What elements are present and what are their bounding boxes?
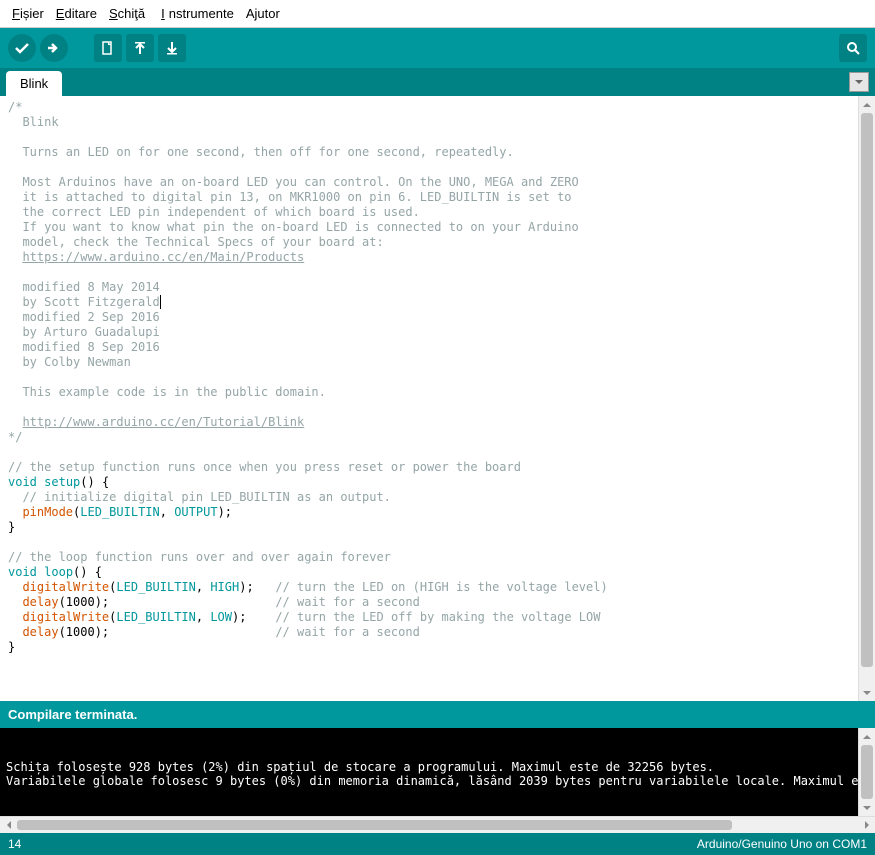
code-kw: void: [8, 475, 37, 489]
upload-button[interactable]: [40, 34, 68, 62]
console-panel: Schița folosește 928 bytes (2%) din spaț…: [0, 728, 875, 833]
code-line: /*: [8, 100, 22, 114]
scroll-track[interactable]: [17, 817, 858, 833]
compile-status-text: Compilare terminata.: [8, 707, 137, 722]
code-line: This example code is in the public domai…: [8, 385, 326, 399]
code-link[interactable]: https://www.arduino.cc/en/Main/Products: [22, 250, 304, 264]
menubar: Fișier Editare Schiţă Instrumente Ajutor: [0, 0, 875, 28]
menu-tools[interactable]: Instrumente: [153, 4, 238, 23]
serial-monitor-button[interactable]: [839, 34, 867, 62]
code-line: Most Arduinos have an on-board LED you c…: [8, 175, 579, 189]
board-port-label: Arduino/Genuino Uno on COM1: [697, 837, 867, 851]
code-const: LED_BUILTIN: [80, 505, 159, 519]
code-line: // the setup function runs once when you…: [8, 460, 521, 474]
code-line: modified 8 Sep 2016: [8, 340, 160, 354]
new-button[interactable]: [94, 34, 122, 62]
code-fn: loop: [44, 565, 73, 579]
console-output[interactable]: Schița folosește 928 bytes (2%) din spaț…: [0, 728, 858, 816]
scroll-up-icon[interactable]: [859, 728, 875, 745]
menu-edit[interactable]: Editare: [52, 4, 101, 23]
code-fn: delay: [22, 625, 58, 639]
code-fn: digitalWrite: [22, 610, 109, 624]
scroll-thumb[interactable]: [17, 820, 732, 830]
code-const: LOW: [210, 610, 232, 624]
code-line: // the loop function runs over and over …: [8, 550, 391, 564]
line-number: 14: [8, 837, 21, 851]
code-line: by Arturo Guadalupi: [8, 325, 160, 339]
console-line: Schița folosește 928 bytes (2%) din spaț…: [6, 760, 714, 774]
code-fn: setup: [44, 475, 80, 489]
code-const: LED_BUILTIN: [116, 580, 195, 594]
save-button[interactable]: [158, 34, 186, 62]
code-comment: // turn the LED on (HIGH is the voltage …: [275, 580, 607, 594]
console-scrollbar-horizontal[interactable]: [0, 816, 875, 833]
scroll-thumb[interactable]: [861, 113, 873, 667]
code-line: it is attached to digital pin 13, on MKR…: [8, 190, 572, 204]
tab-blink[interactable]: Blink: [6, 71, 62, 96]
code-line: // initialize digital pin LED_BUILTIN as…: [8, 490, 391, 504]
code-line: Turns an LED on for one second, then off…: [8, 145, 514, 159]
code-text: }: [8, 520, 15, 534]
code-link[interactable]: http://www.arduino.cc/en/Tutorial/Blink: [22, 415, 304, 429]
code-comment: // wait for a second: [275, 595, 420, 609]
code-line: [8, 415, 22, 429]
code-area[interactable]: /* Blink Turns an LED on for one second,…: [0, 96, 858, 701]
code-editor[interactable]: /* Blink Turns an LED on for one second,…: [0, 96, 875, 701]
code-comment: // turn the LED off by making the voltag…: [275, 610, 600, 624]
menu-file[interactable]: Fișier: [8, 4, 48, 23]
scroll-thumb[interactable]: [861, 745, 873, 799]
bottom-status-bar: 14 Arduino/Genuino Uno on COM1: [0, 833, 875, 855]
code-kw: void: [8, 565, 37, 579]
compile-status-bar: Compilare terminata.: [0, 701, 875, 728]
menu-help[interactable]: Ajutor: [242, 4, 284, 23]
code-line: model, check the Technical Specs of your…: [8, 235, 384, 249]
code-fn: digitalWrite: [22, 580, 109, 594]
code-line: the correct LED pin independent of which…: [8, 205, 420, 219]
code-line: modified 2 Sep 2016: [8, 310, 160, 324]
code-text: () {: [80, 475, 109, 489]
code-const: HIGH: [210, 580, 239, 594]
scroll-right-icon[interactable]: [858, 817, 875, 834]
code-const: LED_BUILTIN: [116, 610, 195, 624]
tab-menu-dropdown[interactable]: [849, 72, 869, 92]
code-line: by Scott Fitzgerald: [8, 295, 160, 309]
code-fn: pinMode: [22, 505, 73, 519]
code-line: */: [8, 430, 22, 444]
scroll-down-icon[interactable]: [859, 684, 875, 701]
console-line: Variabilele globale folosesc 9 bytes (0%…: [6, 774, 858, 788]
tabbar: Blink: [0, 68, 875, 96]
code-fn: delay: [22, 595, 58, 609]
code-line: by Colby Newman: [8, 355, 131, 369]
toolbar: [0, 28, 875, 68]
menu-sketch[interactable]: Schiţă: [105, 4, 149, 23]
code-line: modified 8 May 2014: [8, 280, 160, 294]
verify-button[interactable]: [8, 34, 36, 62]
scroll-left-icon[interactable]: [0, 817, 17, 834]
code-line: If you want to know what pin the on-boar…: [8, 220, 579, 234]
code-const: OUTPUT: [174, 505, 217, 519]
code-text: }: [8, 640, 15, 654]
scroll-up-icon[interactable]: [859, 96, 875, 113]
scroll-down-icon[interactable]: [859, 799, 875, 816]
code-line: Blink: [8, 115, 59, 129]
scroll-track[interactable]: [859, 113, 875, 684]
code-comment: // wait for a second: [275, 625, 420, 639]
code-line: [8, 250, 22, 264]
scroll-track[interactable]: [859, 745, 875, 799]
open-button[interactable]: [126, 34, 154, 62]
editor-scrollbar-vertical[interactable]: [858, 96, 875, 701]
console-scrollbar-vertical[interactable]: [858, 728, 875, 816]
